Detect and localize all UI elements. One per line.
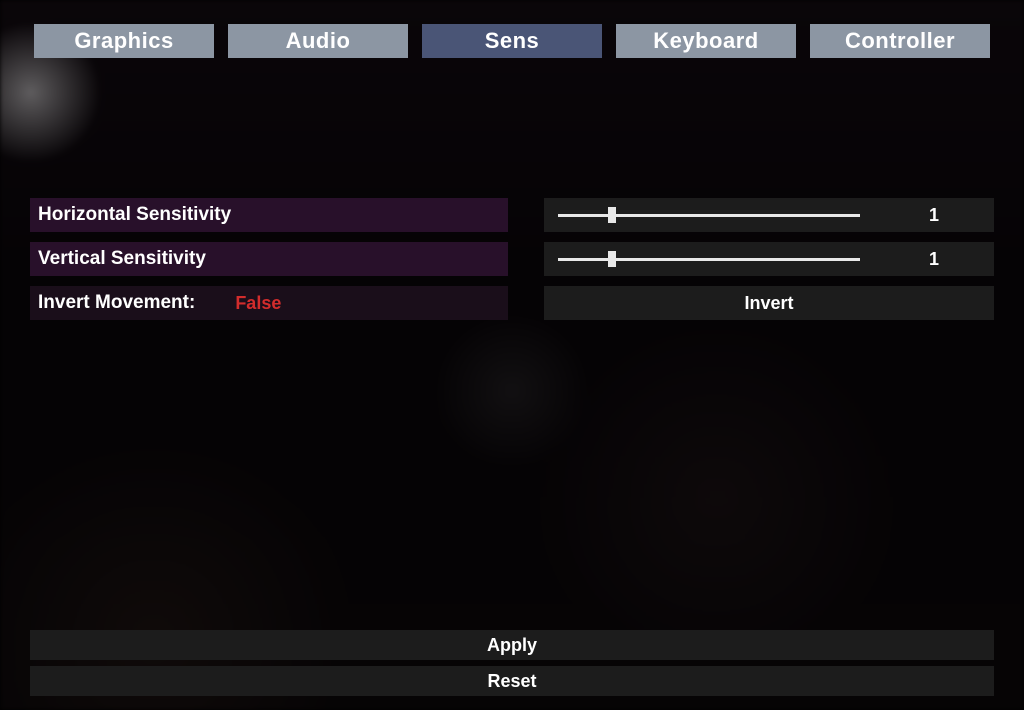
- slider-track: [558, 258, 860, 261]
- control-horizontal-sensitivity: 1: [544, 198, 994, 232]
- slider-horizontal[interactable]: [544, 214, 874, 217]
- slider-thumb[interactable]: [608, 207, 616, 223]
- label-text: Vertical Sensitivity: [38, 248, 206, 270]
- label-vertical-sensitivity: Vertical Sensitivity: [30, 242, 508, 276]
- footer-buttons: Apply Reset: [30, 624, 994, 696]
- row-gap: [508, 198, 544, 232]
- value-vertical-sensitivity: 1: [874, 249, 994, 270]
- settings-rows: Horizontal Sensitivity 1 Vertical Sensit…: [30, 198, 994, 330]
- apply-button[interactable]: Apply: [30, 630, 994, 660]
- label-invert-movement: Invert Movement: False: [30, 286, 508, 320]
- button-label: Reset: [487, 671, 536, 692]
- control-vertical-sensitivity: 1: [544, 242, 994, 276]
- invert-button[interactable]: Invert: [544, 286, 994, 320]
- tab-audio[interactable]: Audio: [228, 24, 408, 58]
- slider-track: [558, 214, 860, 217]
- reset-button[interactable]: Reset: [30, 666, 994, 696]
- tab-controller[interactable]: Controller: [810, 24, 990, 58]
- tab-sens[interactable]: Sens: [422, 24, 602, 58]
- settings-screen: Graphics Audio Sens Keyboard Controller …: [0, 0, 1024, 710]
- settings-tabs: Graphics Audio Sens Keyboard Controller: [34, 24, 990, 58]
- label-horizontal-sensitivity: Horizontal Sensitivity: [30, 198, 508, 232]
- row-gap: [508, 286, 544, 320]
- row-horizontal-sensitivity: Horizontal Sensitivity 1: [30, 198, 994, 232]
- tab-graphics[interactable]: Graphics: [34, 24, 214, 58]
- row-gap: [508, 242, 544, 276]
- label-text: Horizontal Sensitivity: [38, 204, 231, 226]
- value-horizontal-sensitivity: 1: [874, 205, 994, 226]
- slider-vertical[interactable]: [544, 258, 874, 261]
- button-label: Invert: [744, 293, 793, 314]
- slider-thumb[interactable]: [608, 251, 616, 267]
- button-label: Apply: [487, 635, 537, 656]
- tab-keyboard[interactable]: Keyboard: [616, 24, 796, 58]
- row-invert-movement: Invert Movement: False Invert: [30, 286, 994, 320]
- label-text: Invert Movement:: [38, 292, 195, 314]
- row-vertical-sensitivity: Vertical Sensitivity 1: [30, 242, 994, 276]
- status-invert-movement: False: [235, 293, 281, 314]
